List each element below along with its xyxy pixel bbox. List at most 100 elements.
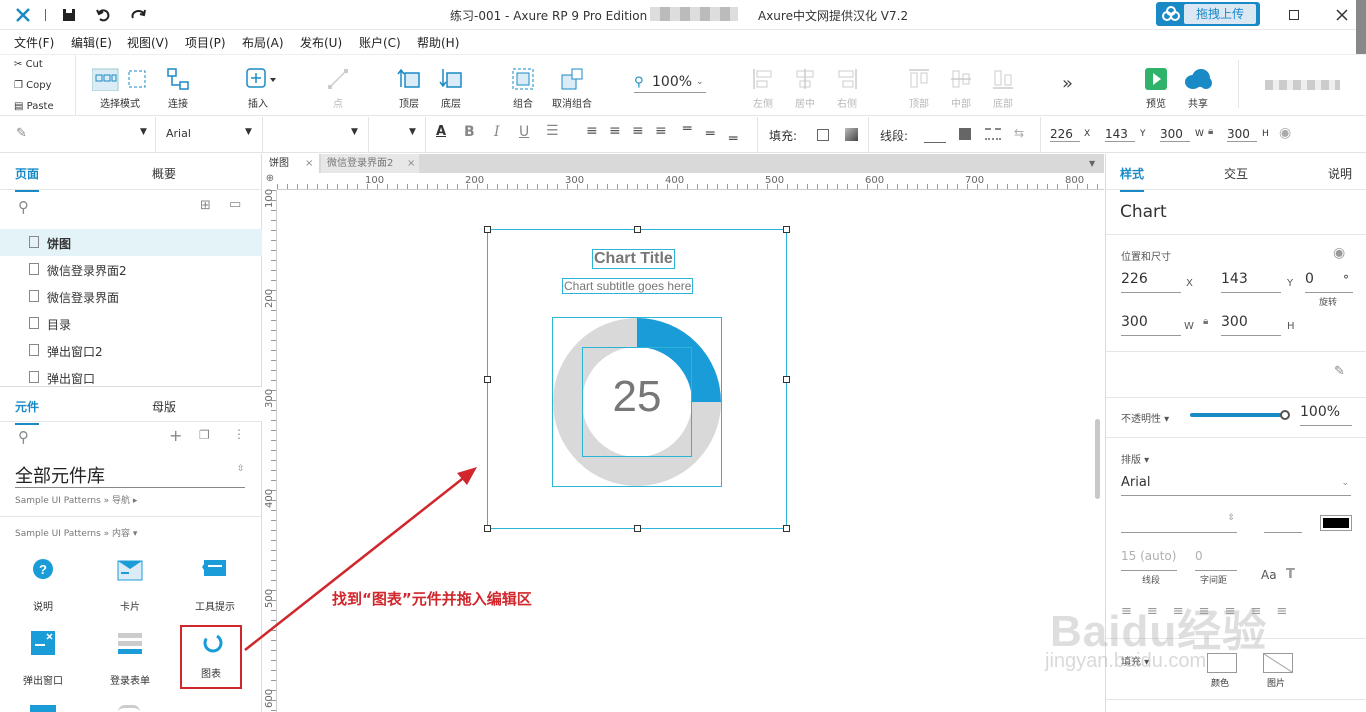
select-mode-button[interactable]: 选择模式: [89, 57, 151, 113]
opacity-slider[interactable]: [1190, 410, 1290, 420]
tab-notes[interactable]: 说明: [1328, 165, 1352, 182]
valign-bottom-icon[interactable]: ═: [729, 131, 737, 147]
connect-button[interactable]: 连接: [148, 57, 208, 113]
add-library-icon[interactable]: +: [169, 426, 182, 445]
menu-layout[interactable]: 布局(A): [242, 34, 284, 51]
insert-button[interactable]: 插入: [228, 57, 288, 113]
zoom-select[interactable]: ⚲ 100% ⌄: [634, 73, 706, 93]
line-height-input[interactable]: 15 (auto): [1121, 549, 1177, 571]
tabs-dropdown-icon[interactable]: ▼: [1089, 159, 1095, 168]
resize-handle[interactable]: [634, 525, 641, 532]
text-case-icon[interactable]: Aa: [1261, 568, 1277, 582]
font-style-dropdown-arrow-icon[interactable]: ▼: [351, 127, 358, 137]
shadow-swatch[interactable]: [845, 128, 858, 141]
menu-publish[interactable]: 发布(U): [300, 34, 342, 51]
lock-icon[interactable]: 🔒︎: [1208, 126, 1213, 137]
height-input[interactable]: 300: [1227, 127, 1257, 142]
y-input[interactable]: 143: [1105, 127, 1135, 142]
library-select[interactable]: 全部元件库 ⇳: [15, 458, 245, 488]
widget-name[interactable]: Chart: [1120, 202, 1167, 222]
style-editor-icon[interactable]: ✎: [1334, 364, 1345, 379]
text-shadow-icon[interactable]: T: [1286, 567, 1295, 582]
valign-middle-icon[interactable]: ═: [706, 126, 714, 142]
point-button[interactable]: 点: [308, 57, 368, 113]
section-nav-header[interactable]: Sample UI Patterns » 导航 ▸: [15, 493, 137, 506]
width-input[interactable]: 300: [1160, 127, 1190, 142]
copy-button[interactable]: ❐ Copy: [14, 80, 52, 91]
tab-widgets[interactable]: 元件: [15, 398, 40, 425]
close-icon[interactable]: ×: [305, 154, 313, 173]
ruler-origin-icon[interactable]: ⊕: [263, 173, 277, 190]
widget-login-form[interactable]: 登录表单: [95, 628, 165, 692]
axure-logo-icon[interactable]: [15, 7, 31, 23]
cut-button[interactable]: ✂ Cut: [14, 59, 43, 70]
more-tools-button[interactable]: »: [1062, 73, 1073, 94]
x-input[interactable]: 226: [1121, 271, 1181, 293]
arrow-style-icon[interactable]: ⇆: [1014, 126, 1024, 140]
page-item[interactable]: 目录: [0, 310, 262, 337]
resize-handle[interactable]: [634, 226, 641, 233]
font-dropdown-arrow-icon[interactable]: ▼: [245, 127, 252, 137]
chart-widget[interactable]: Chart Title Chart subtitle goes here 25: [484, 226, 790, 532]
bullet-list-icon[interactable]: ☰: [546, 123, 559, 139]
chart-subtitle[interactable]: Chart subtitle goes here: [562, 278, 694, 294]
tab-masters[interactable]: 母版: [152, 398, 176, 415]
redo-icon[interactable]: [131, 8, 147, 22]
valign-top-icon[interactable]: ═: [683, 121, 691, 137]
tab-outline[interactable]: 概要: [152, 165, 176, 182]
menu-view[interactable]: 视图(V): [127, 34, 169, 51]
lock-icon[interactable]: 🔒︎: [1203, 316, 1208, 327]
resize-handle[interactable]: [484, 376, 491, 383]
widget-note[interactable]: ? 说明: [8, 554, 78, 618]
font-size-dropdown-arrow-icon[interactable]: ▼: [409, 127, 416, 137]
send-to-back-button[interactable]: 底层: [421, 57, 481, 113]
paste-button[interactable]: ▤ Paste: [14, 101, 54, 112]
page-item[interactable]: 微信登录界面2: [0, 256, 262, 283]
widget-card[interactable]: 卡片: [95, 554, 165, 618]
page-item[interactable]: 微信登录界面: [0, 283, 262, 310]
menu-project[interactable]: 项目(P): [185, 34, 226, 51]
width-input[interactable]: 300: [1121, 314, 1181, 336]
font-style-select[interactable]: ⇳: [1121, 511, 1237, 533]
menu-edit[interactable]: 编辑(E): [71, 34, 112, 51]
menu-help[interactable]: 帮助(H): [417, 34, 459, 51]
menu-account[interactable]: 账户(C): [359, 34, 401, 51]
menu-file[interactable]: 文件(F): [14, 34, 54, 51]
letter-spacing-input[interactable]: 0: [1195, 549, 1237, 571]
stroke-width-icon[interactable]: [959, 128, 971, 140]
stroke-color-swatch[interactable]: [924, 142, 946, 143]
close-window-icon[interactable]: [1336, 9, 1348, 21]
visibility-eye-icon[interactable]: ◉: [1333, 245, 1345, 261]
restore-window-icon[interactable]: [1289, 10, 1299, 20]
canvas-scrollbar[interactable]: [1095, 419, 1100, 499]
fill-image-swatch[interactable]: [1263, 653, 1293, 673]
save-icon[interactable]: [62, 8, 76, 22]
add-folder-icon[interactable]: ▭: [229, 197, 241, 212]
align-right-button[interactable]: 右侧: [817, 57, 877, 113]
height-input[interactable]: 300: [1221, 314, 1281, 336]
undo-icon[interactable]: [96, 8, 110, 22]
justify-text-icon[interactable]: ≡: [655, 123, 667, 139]
more-vertical-icon[interactable]: ⋮: [233, 427, 245, 441]
widget-chart[interactable]: 图表: [180, 625, 242, 689]
upload-button[interactable]: 拖拽上传: [1156, 2, 1260, 26]
widget-popup[interactable]: 弹出窗口: [8, 628, 78, 692]
chart-plot-area[interactable]: 25: [552, 317, 722, 487]
x-input[interactable]: 226: [1050, 127, 1080, 142]
font-color-swatch[interactable]: [1320, 515, 1352, 531]
font-size-input[interactable]: [1264, 511, 1302, 533]
share-button[interactable]: 共享: [1168, 57, 1228, 113]
bold-icon[interactable]: B: [464, 124, 475, 140]
y-input[interactable]: 143: [1221, 271, 1281, 293]
underline-icon[interactable]: U: [519, 124, 529, 140]
doc-tab-active[interactable]: 饼图 ×: [263, 154, 319, 173]
library-options-icon[interactable]: ❐: [199, 428, 210, 442]
chart-title[interactable]: Chart Title: [592, 249, 675, 269]
section-content-header[interactable]: Sample UI Patterns » 内容 ▾: [15, 526, 137, 539]
font-family-select[interactable]: Arial ⌄: [1121, 474, 1351, 496]
visibility-eye-icon[interactable]: ◉: [1279, 125, 1291, 141]
tab-interaction[interactable]: 交互: [1224, 165, 1248, 182]
align-bottom-button[interactable]: 底部: [973, 57, 1033, 113]
font-family-select[interactable]: Arial: [166, 127, 191, 140]
widget-tooltip[interactable]: 工具提示: [180, 554, 250, 618]
